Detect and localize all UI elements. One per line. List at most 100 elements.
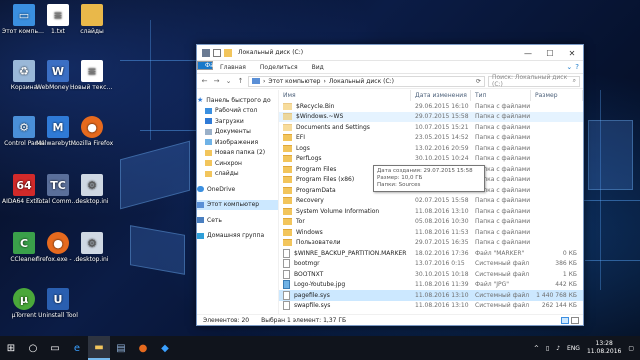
nav-downloads[interactable]: Загрузки xyxy=(197,116,278,127)
up-arrow-icon[interactable]: ↑ xyxy=(236,77,245,85)
breadcrumb-current[interactable]: Локальный диск (C:) xyxy=(329,78,394,85)
clock[interactable]: 13:28 11.08.2016 xyxy=(587,340,621,356)
file-icon xyxy=(283,248,290,258)
file-row[interactable]: Пользователи 29.07.2015 16:35 Папка с файл… xyxy=(279,238,583,249)
ribbon-tabs: Файл Главная Поделиться Вид ⌄ ? xyxy=(197,61,583,74)
nav-this-pc[interactable]: Этот компьютер xyxy=(197,199,278,210)
column-header-date[interactable]: Дата изменения xyxy=(411,90,471,101)
nav-sync[interactable]: Синхрон xyxy=(197,158,278,169)
tab-view[interactable]: Вид xyxy=(305,61,331,73)
control-panel-icon: ⚙ xyxy=(13,116,35,138)
close-button[interactable]: ✕ xyxy=(561,45,583,61)
search-input[interactable]: Поиск: Локальный диск (C:) ⌕ xyxy=(488,74,580,88)
tab-home[interactable]: Главная xyxy=(213,61,253,73)
desktop-icon-label: Uninstall Tool xyxy=(38,312,78,319)
file-size: 442 КБ xyxy=(555,281,577,289)
volume-icon[interactable]: ♪ xyxy=(556,345,560,352)
folder-icon xyxy=(283,123,292,131)
file-row[interactable]: bootmgr 13.07.2016 0:15 Системный файл 386 … xyxy=(279,259,583,270)
nav-onedrive[interactable]: OneDrive xyxy=(197,184,278,195)
tab-file[interactable]: Файл xyxy=(197,61,222,70)
system-tray: ^ ▯ ♪ ENG 13:28 11.08.2016 ▢ xyxy=(534,336,634,360)
desktop-icon-firefox[interactable]: ● Mozilla Firefox xyxy=(70,116,114,147)
column-header-type[interactable]: Тип xyxy=(471,90,531,101)
forward-arrow-icon[interactable]: → xyxy=(212,77,221,85)
search-icon[interactable]: ○ xyxy=(22,336,44,360)
file-row[interactable]: pagefile.sys 11.08.2016 13:10 Системный фа… xyxy=(279,290,583,301)
file-name: Recovery xyxy=(296,197,324,205)
network-icon[interactable]: ▯ xyxy=(546,345,549,352)
clock-date: 11.08.2016 xyxy=(586,348,622,355)
details-view-icon[interactable] xyxy=(561,317,569,324)
desktop-icon-slides[interactable]: слайды xyxy=(70,4,114,35)
file-row[interactable]: System Volume Information 11.08.2016 13:1… xyxy=(279,206,583,217)
nav-label: Загрузки xyxy=(215,117,244,125)
file-size: 0 КБ xyxy=(562,249,577,257)
chevron-down-icon[interactable]: ⌄ xyxy=(566,63,572,71)
file-name: $Windows.~WS xyxy=(296,113,344,121)
wallpaper-line xyxy=(150,20,151,140)
column-header-name[interactable]: Имя xyxy=(279,90,411,101)
folder-icon xyxy=(283,228,292,236)
file-row[interactable]: $Recycle.Bin 29.06.2015 16:10 Папка с файл… xyxy=(279,101,583,112)
file-explorer-icon[interactable]: ▬ xyxy=(88,336,110,360)
search-icon: ⌕ xyxy=(572,77,576,84)
language-indicator[interactable]: ENG xyxy=(567,345,580,352)
desktop-icon-new-text[interactable]: ≡ Новый текстовый... xyxy=(70,60,114,91)
nav-pictures[interactable]: Изображения xyxy=(197,137,278,148)
file-type: Папка с файлами xyxy=(475,228,531,236)
new-folder-icon[interactable] xyxy=(224,48,232,57)
properties-icon[interactable] xyxy=(213,48,221,57)
file-name-cell: Windows xyxy=(279,228,411,236)
breadcrumb-this-pc[interactable]: Этот компьютер xyxy=(268,78,320,85)
desktop-icon-desktop-ini-2[interactable]: ⚙ desktop.ini xyxy=(70,232,114,263)
nav-slides[interactable]: слайды xyxy=(197,169,278,180)
window-menu-icon[interactable] xyxy=(202,48,210,57)
chevron-down-icon[interactable]: ⌄ xyxy=(224,77,233,85)
large-icons-view-icon[interactable] xyxy=(571,317,579,324)
notifications-icon[interactable]: ▢ xyxy=(628,345,634,352)
folder-icon xyxy=(283,134,292,142)
firefox-icon[interactable]: ● xyxy=(132,336,154,360)
tab-share[interactable]: Поделиться xyxy=(253,61,305,73)
file-row[interactable]: BOOTNXT 30.10.2015 10:18 Системный файл 1 К… xyxy=(279,269,583,280)
file-name: Program Files (x86) xyxy=(296,176,355,184)
nav-new-folder-2[interactable]: Новая папка (2) xyxy=(197,148,278,159)
file-row[interactable]: Recovery 02.07.2015 15:58 Папка с файлами xyxy=(279,196,583,207)
desktop-icon-desktop-ini[interactable]: ⚙ desktop.ini xyxy=(70,174,114,205)
file-row[interactable]: Logo-Youtube.jpg 11.08.2016 11:39 Файл "JP… xyxy=(279,280,583,291)
nav-documents[interactable]: Документы xyxy=(197,127,278,138)
address-row: ← → ⌄ ↑ › Этот компьютер › Локальный дис… xyxy=(197,74,583,89)
back-arrow-icon[interactable]: ← xyxy=(200,77,209,85)
nav-homegroup[interactable]: Домашняя группа xyxy=(197,231,278,242)
file-row[interactable]: Logs 13.02.2016 20:59 Папка с файлами xyxy=(279,143,583,154)
minimize-button[interactable]: — xyxy=(517,45,539,61)
nav-desktop[interactable]: Рабочий стол xyxy=(197,106,278,117)
help-icon[interactable]: ? xyxy=(575,63,579,71)
title-bar[interactable]: Локальный диск (C:) — ☐ ✕ xyxy=(197,45,583,61)
desktop-icon-uninstall-tool[interactable]: U Uninstall Tool xyxy=(36,288,80,319)
file-row[interactable]: PerfLogs 30.10.2015 10:24 Папка с файлами xyxy=(279,154,583,165)
address-bar[interactable]: › Этот компьютер › Локальный диск (C:) ⟳ xyxy=(248,75,485,87)
column-header-size[interactable]: Размер xyxy=(531,90,583,101)
nav-network[interactable]: Сеть xyxy=(197,215,278,226)
app-icon[interactable]: ◆ xyxy=(154,336,176,360)
file-row[interactable]: Documents and Settings 10.07.2015 15:21 Па… xyxy=(279,122,583,133)
nav-quick-access[interactable]: ★ Панель быстрого до xyxy=(197,95,278,106)
tray-overflow-icon[interactable]: ^ xyxy=(534,345,539,352)
file-name-cell: $WINRE_BACKUP_PARTITION.MARKER xyxy=(279,248,411,258)
start-button[interactable]: ⊞ xyxy=(0,336,22,360)
file-row[interactable]: EFI 23.05.2015 14:52 Папка с файлами xyxy=(279,133,583,144)
file-row[interactable]: swapfile.sys 11.08.2016 13:10 Системный фа… xyxy=(279,301,583,312)
store-icon[interactable]: ▤ xyxy=(110,336,132,360)
file-row[interactable]: $Windows.~WS 29.07.2015 15:58 Папка с файл… xyxy=(279,111,583,122)
refresh-icon[interactable]: ⟳ xyxy=(476,78,481,85)
status-selection: Выбран 1 элемент: 1,37 ГБ xyxy=(261,316,347,324)
wallpaper-block xyxy=(588,120,633,190)
maximize-button[interactable]: ☐ xyxy=(539,45,561,61)
edge-icon[interactable]: e xyxy=(66,336,88,360)
file-row[interactable]: $WINRE_BACKUP_PARTITION.MARKER 18.02.2016… xyxy=(279,248,583,259)
file-row[interactable]: Windows 11.08.2016 11:53 Папка с файлами xyxy=(279,227,583,238)
task-view-icon[interactable]: ▭ xyxy=(44,336,66,360)
file-row[interactable]: Tor 05.08.2016 10:30 Папка с файлами xyxy=(279,217,583,228)
